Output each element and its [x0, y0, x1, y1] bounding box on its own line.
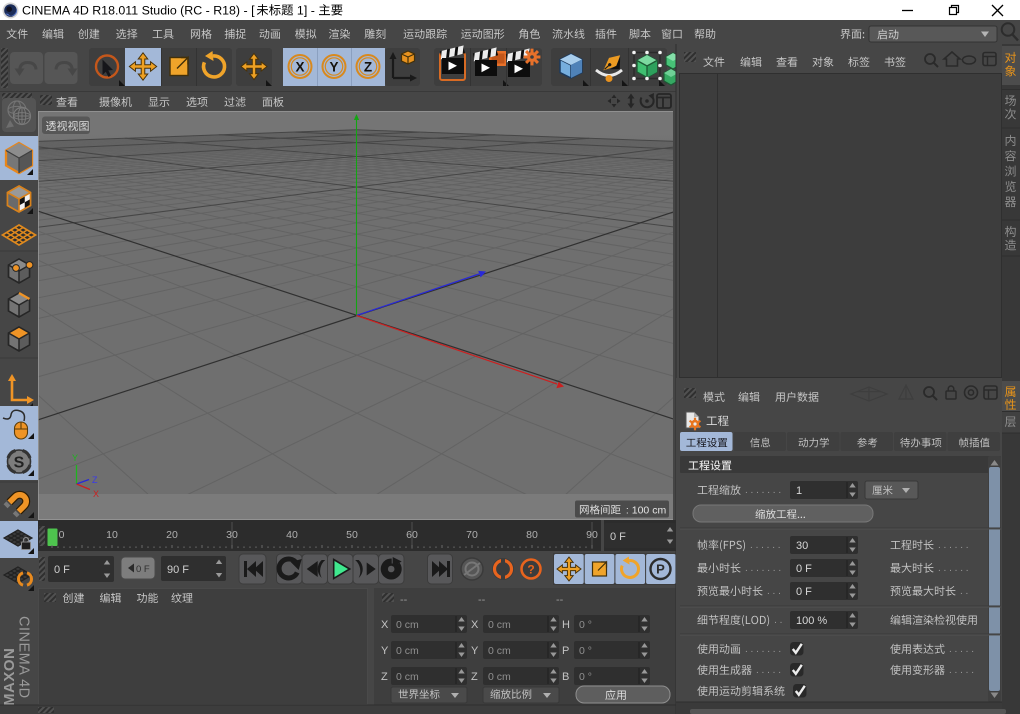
svg-text:0 F: 0 F [136, 564, 150, 575]
svg-text:X: X [471, 619, 479, 631]
svg-text:0 °: 0 ° [579, 619, 592, 631]
svg-text:20: 20 [166, 529, 178, 541]
svg-text:Z: Z [364, 60, 372, 75]
svg-text:0 cm: 0 cm [488, 671, 511, 683]
svg-text:H: H [562, 619, 570, 631]
svg-text:0: 0 [59, 529, 65, 541]
svg-text:0 F: 0 F [796, 586, 812, 598]
svg-text:0 F: 0 F [54, 564, 70, 576]
svg-text:P: P [656, 562, 665, 577]
svg-text:X: X [381, 619, 389, 631]
svg-text:Z: Z [381, 671, 388, 683]
svg-text:70: 70 [466, 529, 478, 541]
svg-text:CINEMA 4D: CINEMA 4D [16, 616, 32, 699]
svg-text:S: S [14, 455, 25, 472]
svg-text:Y: Y [471, 645, 479, 657]
svg-text:CINEMA 4D R18.011 Studio (RC -: CINEMA 4D R18.011 Studio (RC - R18) - [ [22, 4, 255, 18]
svg-text:10: 10 [106, 529, 118, 541]
svg-text:0 F: 0 F [796, 563, 812, 575]
svg-text:Z: Z [92, 475, 98, 485]
svg-text:0 cm: 0 cm [488, 645, 511, 657]
svg-text:0 cm: 0 cm [488, 619, 511, 631]
svg-text:. .: . . [774, 615, 782, 626]
svg-text:X: X [93, 489, 99, 499]
svg-text:MAXON: MAXON [1, 648, 18, 706]
svg-text:30: 30 [796, 540, 808, 552]
svg-text:. . . . . . .: . . . . . . . [745, 563, 781, 574]
svg-text:. .: . . [960, 586, 968, 597]
svg-text:X: X [295, 60, 304, 75]
svg-text:. . . . . . .: . . . . . . . [745, 644, 781, 655]
svg-text:--: -- [400, 594, 408, 606]
svg-text:40: 40 [286, 529, 298, 541]
svg-text:: 100 cm: : 100 cm [623, 505, 666, 517]
svg-text:. . . . .: . . . . . [756, 665, 781, 676]
svg-text:0 cm: 0 cm [396, 645, 419, 657]
svg-text:--: -- [556, 594, 564, 606]
svg-text:. . . . . .: . . . . . . [938, 540, 969, 551]
svg-text:. . . . .: . . . . . [949, 644, 974, 655]
svg-text:Z: Z [471, 671, 478, 683]
svg-text:0 °: 0 ° [579, 671, 592, 683]
svg-text:100 %: 100 % [796, 615, 827, 627]
svg-text:1] -: 1] - [293, 4, 314, 18]
svg-text:--: -- [478, 594, 486, 606]
svg-text:B: B [562, 671, 569, 683]
svg-text:?: ? [527, 563, 534, 577]
svg-text:. . . . .: . . . . . [949, 665, 974, 676]
svg-text:. . . . . . .: . . . . . . . [745, 485, 781, 496]
svg-text:Y: Y [72, 453, 78, 463]
svg-text:0 F: 0 F [610, 531, 626, 543]
svg-text:1: 1 [796, 485, 802, 497]
svg-text:0 cm: 0 cm [396, 671, 419, 683]
svg-text:. . .: . . . [767, 586, 781, 597]
svg-text:. . . . . .: . . . . . . [938, 563, 969, 574]
svg-text:0 °: 0 ° [579, 645, 592, 657]
svg-text:Y: Y [381, 645, 389, 657]
svg-text:Y: Y [329, 60, 338, 75]
svg-text:50: 50 [346, 529, 358, 541]
svg-text:. . . . . .: . . . . . . [750, 540, 781, 551]
svg-text:P: P [562, 645, 569, 657]
svg-text:0 cm: 0 cm [396, 619, 419, 631]
svg-text:80: 80 [526, 529, 538, 541]
svg-text:90 F: 90 F [167, 564, 189, 576]
